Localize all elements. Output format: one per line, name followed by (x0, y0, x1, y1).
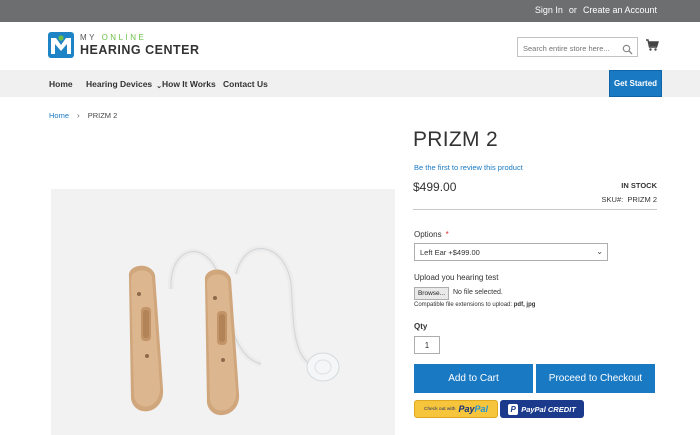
paypal-pay-text: Pay (458, 404, 475, 414)
product-price: $499.00 (413, 180, 457, 194)
main-nav: Home Hearing Devices ⌄ How It Works Conta… (0, 70, 700, 97)
logo-text-hearing-center: HEARING CENTER (80, 42, 200, 57)
product-title: PRIZM 2 (413, 128, 498, 151)
nav-how-it-works[interactable]: How It Works (162, 79, 216, 89)
options-label-text: Options (414, 230, 442, 239)
logo-text-online: ONLINE (101, 32, 147, 42)
upload-label: Upload you hearing test (414, 273, 499, 282)
nav-hearing-devices-label: Hearing Devices (86, 79, 153, 89)
required-mark: * (445, 230, 449, 239)
logo-text-my: MY (80, 32, 102, 42)
nav-home[interactable]: Home (49, 79, 73, 89)
file-extensions-values: pdf, jpg (513, 302, 536, 308)
sign-in-link[interactable]: Sign In (535, 5, 563, 15)
top-bar: Sign In or Create an Account (0, 0, 700, 22)
sku-value: PRIZM 2 (627, 195, 657, 204)
options-select[interactable]: Left Ear +$499.00 ⌄ (414, 243, 608, 261)
search-icon[interactable] (622, 42, 633, 55)
file-extensions-note: Compatible file extensions to upload: pd… (414, 302, 535, 308)
file-extensions-prefix: Compatible file extensions to upload: (414, 302, 514, 308)
breadcrumb-home[interactable]: Home (49, 111, 69, 120)
product-sku: SKU#: PRIZM 2 (602, 195, 657, 204)
proceed-to-checkout-button[interactable]: Proceed to Checkout (536, 364, 655, 393)
paypal-p-icon: P (508, 403, 519, 415)
no-file-text: No file selected. (453, 289, 503, 296)
nav-hearing-devices[interactable]: Hearing Devices ⌄ (86, 79, 162, 90)
paypal-credit-text: PayPal CREDIT (521, 404, 576, 414)
browse-button[interactable]: Browse... (414, 287, 449, 300)
cart-icon[interactable] (645, 38, 659, 52)
product-image[interactable] (51, 189, 395, 435)
qty-input[interactable]: 1 (414, 336, 440, 354)
create-account-link[interactable]: Create an Account (583, 5, 657, 15)
divider (413, 209, 657, 210)
add-to-cart-button[interactable]: Add to Cart (414, 364, 533, 393)
search-input[interactable] (518, 39, 618, 58)
stock-status: IN STOCK (621, 181, 657, 190)
breadcrumb-current: PRIZM 2 (87, 111, 118, 120)
search-box (517, 37, 638, 58)
review-link[interactable]: Be the first to review this product (414, 163, 523, 172)
breadcrumb-separator-icon: › (77, 111, 80, 120)
options-label: Options * (414, 230, 449, 239)
paypal-credit-button[interactable]: P PayPal CREDIT (500, 400, 584, 418)
sku-label: SKU#: (601, 195, 624, 204)
options-select-value: Left Ear +$499.00 (420, 248, 480, 257)
account-links: Sign In or Create an Account (535, 5, 657, 15)
site-logo[interactable]: MY ONLINE HEARING CENTER (48, 31, 200, 59)
nav-contact-us[interactable]: Contact Us (223, 79, 268, 89)
paypal-small-text: Check out with (424, 406, 456, 412)
get-started-button[interactable]: Get Started (609, 70, 662, 97)
paypal-checkout-button[interactable]: Check out with PayPal (414, 400, 498, 418)
qty-label: Qty (414, 322, 428, 331)
logo-icon (48, 32, 74, 58)
or-text: or (568, 5, 577, 15)
chevron-down-icon: ⌄ (596, 247, 603, 256)
breadcrumb: Home › PRIZM 2 (49, 111, 117, 120)
paypal-pal-text: Pal (474, 404, 488, 414)
paypal-logo: PayPal (458, 404, 488, 414)
